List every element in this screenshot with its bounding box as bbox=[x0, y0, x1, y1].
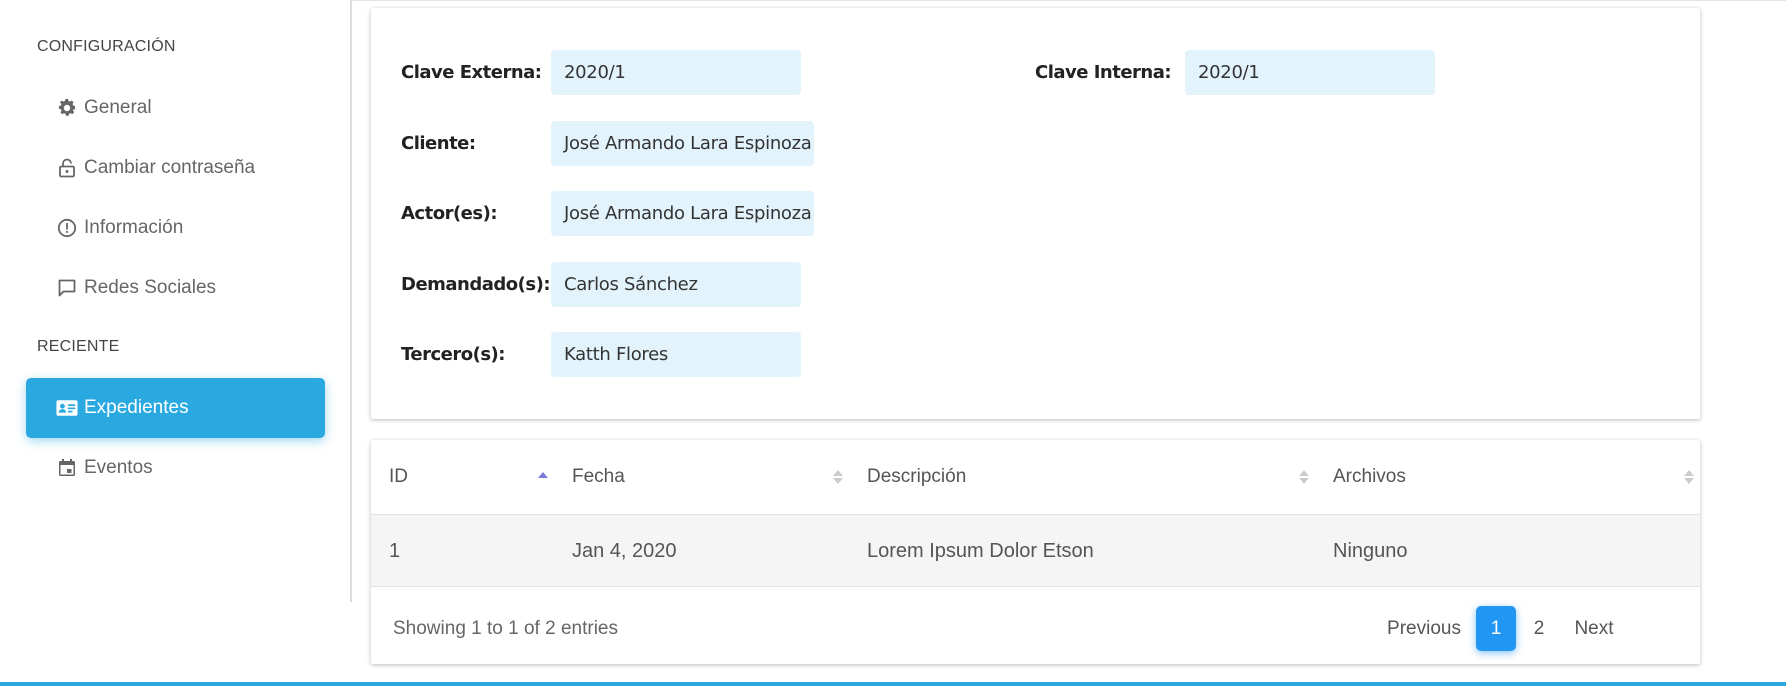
sort-icon bbox=[833, 468, 843, 486]
sidebar-item-label: Cambiar contraseña bbox=[84, 157, 256, 178]
demandado-label: Demandado(s): bbox=[401, 274, 551, 295]
column-header-descripcion[interactable]: Descripción bbox=[849, 440, 1315, 514]
sidebar-item-eventos[interactable]: Eventos bbox=[26, 438, 325, 498]
column-header-label: ID bbox=[389, 466, 408, 487]
table-row[interactable]: 1 Jan 4, 2020 Lorem Ipsum Dolor Etson Ni… bbox=[371, 514, 1700, 587]
table-cell-id: 1 bbox=[389, 540, 401, 562]
column-header-label: Archivos bbox=[1333, 466, 1406, 487]
sort-icon bbox=[1299, 468, 1309, 486]
sidebar-item-label: Información bbox=[84, 217, 184, 238]
pagination-next[interactable]: Next bbox=[1564, 606, 1624, 651]
column-header-label: Fecha bbox=[572, 466, 625, 487]
clave-interna-label: Clave Interna: bbox=[1035, 62, 1172, 83]
id-card-icon bbox=[56, 397, 78, 419]
sidebar-item-informacion[interactable]: Información bbox=[26, 198, 325, 258]
section-title-configuracion: CONFIGURACIÓN bbox=[37, 38, 176, 55]
calendar-icon bbox=[56, 457, 78, 479]
table-cell-descripcion: Lorem Ipsum Dolor Etson bbox=[867, 540, 1094, 562]
lock-icon bbox=[56, 157, 78, 179]
sidebar-item-label: Eventos bbox=[84, 457, 153, 478]
clave-interna-field[interactable]: 2020/1 bbox=[1185, 50, 1435, 95]
column-header-id[interactable]: ID bbox=[371, 440, 554, 514]
pagination-page-1[interactable]: 1 bbox=[1476, 606, 1516, 651]
clave-externa-field[interactable]: 2020/1 bbox=[551, 50, 801, 95]
sort-icon bbox=[1684, 468, 1694, 486]
table-cell-fecha: Jan 4, 2020 bbox=[572, 540, 677, 562]
column-header-fecha[interactable]: Fecha bbox=[554, 440, 849, 514]
cliente-label: Cliente: bbox=[401, 133, 476, 154]
section-title-reciente: RECIENTE bbox=[37, 338, 120, 355]
events-table-card: ID Fecha Descripción Archivos 1 Jan 4, 2… bbox=[371, 440, 1700, 664]
chat-icon bbox=[56, 277, 78, 299]
sidebar-item-expedientes[interactable]: Expedientes bbox=[26, 378, 325, 438]
tercero-label: Tercero(s): bbox=[401, 344, 505, 365]
pagination-page-2[interactable]: 2 bbox=[1519, 606, 1559, 651]
cliente-field[interactable]: José Armando Lara Espinoza bbox=[551, 121, 814, 166]
info-circle-icon bbox=[56, 217, 78, 239]
pagination-previous[interactable]: Previous bbox=[1374, 606, 1474, 651]
column-header-label: Descripción bbox=[867, 466, 967, 487]
sidebar-item-label: Expedientes bbox=[84, 397, 189, 418]
clave-externa-label: Clave Externa: bbox=[401, 62, 542, 83]
table-cell-archivos: Ninguno bbox=[1333, 540, 1408, 562]
actor-field[interactable]: José Armando Lara Espinoza bbox=[551, 191, 814, 236]
sidebar-item-label: General bbox=[84, 97, 152, 118]
gear-icon bbox=[56, 97, 78, 119]
demandado-field[interactable]: Carlos Sánchez bbox=[551, 262, 801, 307]
sidebar-item-redes-sociales[interactable]: Redes Sociales bbox=[26, 258, 325, 318]
sidebar: CONFIGURACIÓN General Cambiar contraseña… bbox=[0, 0, 352, 602]
expediente-details-card: Clave Externa: 2020/1 Clave Interna: 202… bbox=[371, 8, 1700, 419]
bottom-accent-bar bbox=[0, 682, 1786, 686]
sidebar-item-general[interactable]: General bbox=[26, 78, 325, 138]
actor-label: Actor(es): bbox=[401, 203, 498, 224]
tercero-field[interactable]: Katth Flores bbox=[551, 332, 801, 377]
column-header-archivos[interactable]: Archivos bbox=[1315, 440, 1700, 514]
sort-ascending-icon bbox=[538, 468, 548, 486]
sidebar-item-label: Redes Sociales bbox=[84, 277, 217, 298]
sidebar-item-cambiar-contrasena[interactable]: Cambiar contraseña bbox=[26, 138, 325, 198]
top-divider bbox=[352, 0, 1786, 1]
table-info: Showing 1 to 1 of 2 entries bbox=[393, 618, 618, 639]
